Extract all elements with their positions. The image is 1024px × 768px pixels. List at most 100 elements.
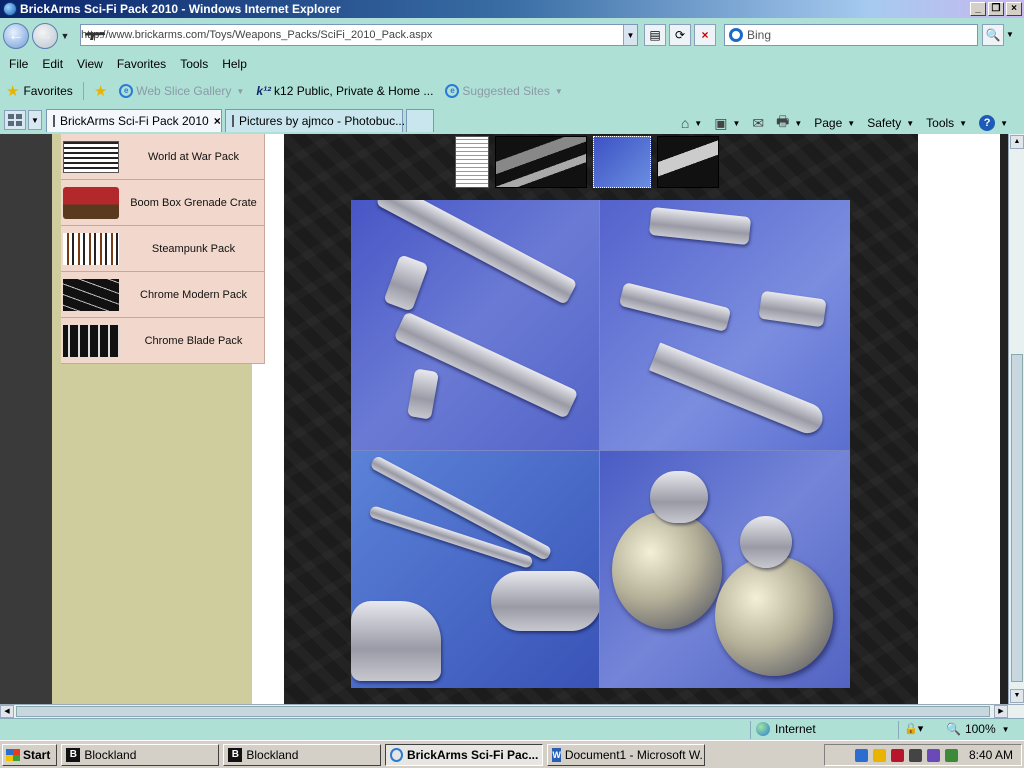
search-options-dropdown[interactable]: ▼ [1006,30,1014,39]
tools-menu-label: Tools [926,116,955,130]
scroll-left-icon[interactable]: ◀ [0,705,14,718]
gallery-thumb-1[interactable] [455,136,489,188]
window-title: BrickArms Sci-Fi Pack 2010 - Windows Int… [20,2,341,16]
protected-mode-icon[interactable]: 🔒▾ [904,722,923,735]
address-bar[interactable]: http://www.brickarms.com/Toys/Weapons_Pa… [80,24,638,46]
help-menu[interactable]: ? ▼ [979,115,1008,131]
stop-icon[interactable]: × [694,24,716,46]
scroll-right-icon[interactable]: ▶ [994,705,1008,718]
read-mail-button[interactable]: ✉ [752,115,764,132]
zoom-control[interactable]: 🔍 100% ▼ [946,722,1010,736]
add-to-favorites-button[interactable]: ★ [88,82,113,100]
status-bar: Internet 🔒▾ 🔍 100% ▼ [0,718,1024,740]
display-icon[interactable] [926,748,940,762]
page-menu-label: Page [814,116,843,130]
tab-brickarms[interactable]: BrickArms Sci-Fi Pack 2010 × [46,109,222,132]
product-label: Boom Box Grenade Crate [130,196,257,209]
maximize-button[interactable]: ❐ [988,2,1004,16]
product-list: World at War Pack Boom Box Grenade Crate… [61,134,265,364]
fav-item-suggested-sites[interactable]: e Suggested Sites ▼ [439,84,568,98]
vertical-scrollbar[interactable]: ▲ ▼ [1008,134,1024,704]
ie-page-icon: e [119,84,134,98]
quick-tabs-icon[interactable] [4,110,26,130]
gallery-thumb-3[interactable] [593,136,651,188]
product-chrome-blade-pack[interactable]: Chrome Blade Pack [61,318,265,364]
window-controls: _ ❐ × [970,2,1022,16]
product-chrome-modern-pack[interactable]: Chrome Modern Pack [61,272,265,318]
start-button[interactable]: Start [2,743,58,766]
taskbar-word-document[interactable]: W Document1 - Microsoft W... [547,743,706,766]
scroll-up-icon[interactable]: ▲ [1010,135,1024,149]
right-margin [918,134,1000,704]
search-button[interactable]: 🔍 [982,24,1004,46]
tools-menu[interactable]: Tools ▼ [926,116,967,130]
recent-pages-dropdown[interactable]: ▼ [59,31,71,41]
product-steampunk-pack[interactable]: Steampunk Pack [61,226,265,272]
forward-button[interactable]: → [32,23,58,49]
security-shield-icon[interactable] [872,748,886,762]
address-url[interactable]: http://www.brickarms.com/Toys/Weapons_Pa… [81,29,623,41]
horizontal-scrollbar[interactable]: ◀ ▶ [0,704,1024,718]
clock[interactable]: 8:40 AM [969,748,1013,762]
menu-favorites[interactable]: Favorites [112,57,175,71]
globe-icon [756,722,770,736]
favorites-button[interactable]: ★ Favorites [0,82,79,100]
horizontal-scroll-thumb[interactable] [16,706,990,717]
page-menu[interactable]: Page ▼ [814,116,855,130]
menu-tools[interactable]: Tools [175,57,217,71]
menu-help[interactable]: Help [217,57,256,71]
tab-photobucket[interactable]: Pictures by ajmco - Photobuc... [225,109,405,132]
volume-icon[interactable] [944,748,958,762]
taskbar: Start B Blockland B Blockland BrickArms … [0,740,1024,768]
fav-item-web-slice-gallery[interactable]: e Web Slice Gallery ▼ [113,84,250,98]
gallery-thumbnails [455,136,719,188]
safety-menu[interactable]: Safety ▼ [867,116,914,130]
steam-icon[interactable] [908,748,922,762]
menu-edit[interactable]: Edit [37,57,72,71]
security-zone[interactable]: Internet [756,722,816,736]
taskbar-blockland-1[interactable]: B Blockland [61,743,220,766]
address-dropdown-button[interactable]: ▼ [623,25,637,45]
feeds-button[interactable]: ▣ ▼ [714,115,740,132]
back-button[interactable]: ← [3,23,29,49]
command-bar: ⌂ ▼ ▣ ▼ ✉ 🖶 ▼ Page ▼ Safety ▼ Tools ▼ ? ▼ [681,111,1008,135]
new-tab-button[interactable] [406,109,434,132]
product-world-at-war-pack[interactable]: World at War Pack [61,134,265,180]
search-input[interactable] [747,28,977,42]
close-tab-icon[interactable]: × [214,114,221,128]
product-label: World at War Pack [147,150,240,163]
tab-label: BrickArms Sci-Fi Pack 2010 [60,114,209,128]
ie-page-icon: e [445,84,460,98]
product-thumbnail [63,140,119,173]
windows-logo-icon [6,748,20,761]
print-button[interactable]: 🖶 ▼ [776,111,802,135]
product-boom-box-grenade-crate[interactable]: Boom Box Grenade Crate [61,180,265,226]
safety-menu-label: Safety [867,116,902,130]
menu-file[interactable]: File [4,57,37,71]
taskbar-blockland-2[interactable]: B Blockland [223,743,382,766]
menu-view[interactable]: View [72,57,112,71]
scroll-down-icon[interactable]: ▼ [1010,689,1024,703]
taskbar-brickarms-ie[interactable]: BrickArms Sci-Fi Pac... [385,743,544,766]
gallery-thumb-2[interactable] [495,136,587,188]
minimize-button[interactable]: _ [970,2,986,16]
divider [750,721,751,739]
product-thumbnail [63,232,119,265]
tab-list-dropdown[interactable]: ▼ [28,110,42,130]
vertical-scroll-thumb[interactable] [1011,354,1023,682]
photo-rifles [351,200,599,450]
zone-label: Internet [775,722,816,736]
refresh-icon[interactable]: ⟳ [669,24,691,46]
antivirus-icon[interactable] [890,748,904,762]
home-button[interactable]: ⌂ ▼ [681,115,702,131]
fav-item-k12[interactable]: k¹² k12 Public, Private & Home ... [250,84,439,98]
word-icon: W [552,747,561,762]
compatibility-view-icon[interactable]: ▤ [644,24,666,46]
page-viewport: World at War Pack Boom Box Grenade Crate… [0,134,1008,704]
product-label: Chrome Blade Pack [144,334,243,347]
close-window-button[interactable]: × [1006,2,1022,16]
network-icon[interactable] [854,748,868,762]
search-box[interactable] [724,24,978,46]
gallery-thumb-4[interactable] [657,136,719,188]
star-icon: ★ [6,83,20,100]
